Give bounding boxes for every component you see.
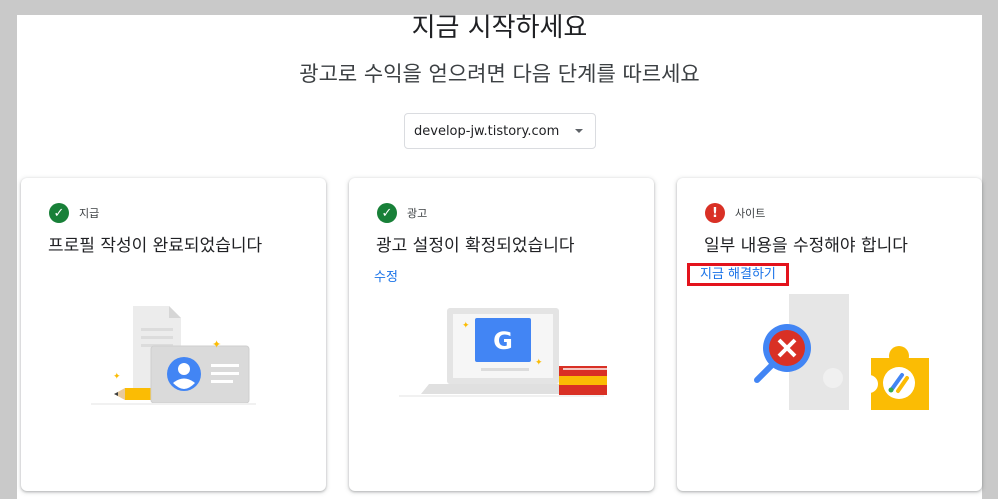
svg-text:✦: ✦ bbox=[212, 338, 221, 351]
site-issue-illustration bbox=[754, 294, 929, 410]
caret-down-icon bbox=[575, 129, 583, 133]
profile-card-illustration: ✦ ✦ bbox=[91, 306, 256, 405]
card-payment: ✓ 지급 프로필 작성이 완료되었습니다 ✦ ✦ bbox=[21, 178, 326, 491]
card-ads: ✓ 광고 광고 설정이 확정되었습니다 수정 G ✦ ✦ bbox=[349, 178, 654, 491]
page: 지금 시작하세요 광고로 수익을 얻으려면 다음 단계를 따르세요 develo… bbox=[17, 13, 982, 499]
site-selector-dropdown[interactable]: develop-jw.tistory.com bbox=[404, 113, 596, 149]
site-selector-value: develop-jw.tistory.com bbox=[414, 123, 560, 139]
page-subtitle: 광고로 수익을 얻으려면 다음 단계를 따르세요 bbox=[299, 62, 700, 86]
page-title: 지금 시작하세요 bbox=[411, 13, 588, 43]
svg-text:✦: ✦ bbox=[113, 372, 121, 382]
svg-text:✦: ✦ bbox=[535, 358, 543, 368]
svg-text:✦: ✦ bbox=[462, 321, 470, 331]
ad-settings-illustration: G ✦ ✦ bbox=[399, 308, 607, 397]
svg-text:G: G bbox=[493, 327, 513, 355]
card-site: ! 사이트 일부 내용을 수정해야 합니다 지금 해결하기 bbox=[677, 178, 982, 491]
